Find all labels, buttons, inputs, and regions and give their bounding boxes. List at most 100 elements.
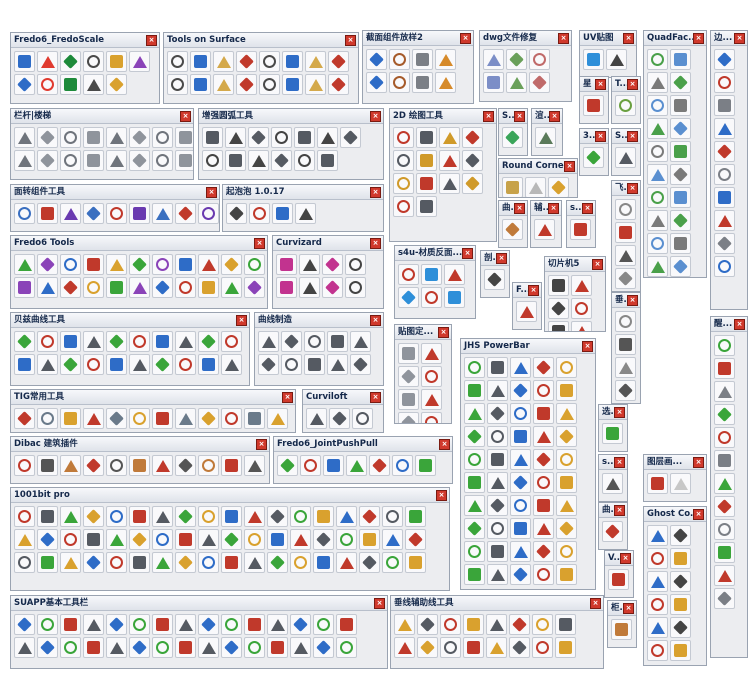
tool-button[interactable] bbox=[714, 450, 735, 471]
tool-button[interactable] bbox=[37, 51, 58, 72]
close-icon[interactable]: × bbox=[282, 392, 293, 403]
close-icon[interactable]: × bbox=[627, 131, 638, 142]
tool-button[interactable] bbox=[714, 118, 735, 139]
toolbar-ghost[interactable]: Ghost Co... × bbox=[643, 506, 707, 666]
tool-button[interactable] bbox=[323, 455, 344, 476]
toolbar-titlebar[interactable]: 增强圆弧工具 × bbox=[199, 109, 383, 124]
tool-button[interactable] bbox=[647, 594, 668, 615]
tool-button[interactable] bbox=[106, 408, 127, 429]
close-icon[interactable]: × bbox=[514, 203, 525, 214]
toolbar-cut-stroke[interactable]: 剖... × bbox=[480, 250, 510, 298]
tool-button[interactable] bbox=[670, 256, 691, 277]
tool-button[interactable] bbox=[175, 552, 196, 573]
tool-button[interactable] bbox=[502, 177, 523, 197]
tool-button[interactable] bbox=[244, 455, 265, 476]
tool-button[interactable] bbox=[556, 449, 577, 470]
tool-button[interactable] bbox=[510, 449, 531, 470]
tool-button[interactable] bbox=[290, 506, 311, 527]
tool-button[interactable] bbox=[329, 408, 350, 429]
tool-button[interactable] bbox=[421, 264, 442, 285]
tool-button[interactable] bbox=[382, 506, 403, 527]
toolbar-titlebar[interactable]: JHS PowerBar × bbox=[461, 339, 595, 354]
tool-button[interactable] bbox=[37, 529, 58, 550]
tool-button[interactable] bbox=[714, 565, 735, 586]
tool-button[interactable] bbox=[327, 354, 348, 375]
toolbar-curviloft[interactable]: Curviloft × bbox=[302, 389, 384, 433]
tool-button[interactable] bbox=[221, 254, 242, 275]
tool-button[interactable] bbox=[244, 254, 265, 275]
tool-button[interactable] bbox=[106, 203, 127, 224]
tool-button[interactable] bbox=[37, 74, 58, 95]
tool-button[interactable] bbox=[213, 74, 234, 95]
close-icon[interactable]: × bbox=[180, 111, 191, 122]
tool-button[interactable] bbox=[37, 552, 58, 573]
tool-button[interactable] bbox=[60, 614, 81, 635]
tool-button[interactable] bbox=[248, 150, 269, 171]
tool-button[interactable] bbox=[487, 357, 508, 378]
tool-button[interactable] bbox=[714, 404, 735, 425]
tool-button[interactable] bbox=[502, 127, 523, 148]
tool-button[interactable] bbox=[299, 254, 320, 275]
tool-button[interactable] bbox=[83, 254, 104, 275]
tool-button[interactable] bbox=[486, 637, 507, 658]
tool-button[interactable] bbox=[290, 637, 311, 658]
toolbar-bit1001[interactable]: 1001bit pro × bbox=[10, 487, 450, 591]
close-icon[interactable]: × bbox=[206, 187, 217, 198]
tool-button[interactable] bbox=[714, 164, 735, 185]
tool-button[interactable] bbox=[190, 74, 211, 95]
toolbar-titlebar[interactable]: Fredo6 Tools × bbox=[11, 236, 267, 251]
tool-button[interactable] bbox=[129, 614, 150, 635]
tool-button[interactable] bbox=[129, 127, 150, 148]
tool-button[interactable] bbox=[167, 74, 188, 95]
tool-button[interactable] bbox=[152, 331, 173, 352]
tool-button[interactable] bbox=[244, 637, 265, 658]
tool-button[interactable] bbox=[60, 529, 81, 550]
toolbar-titlebar[interactable]: Curvizard × bbox=[273, 236, 383, 251]
tool-button[interactable] bbox=[532, 614, 553, 635]
tool-button[interactable] bbox=[259, 51, 280, 72]
close-icon[interactable]: × bbox=[374, 598, 385, 609]
tool-button[interactable] bbox=[106, 254, 127, 275]
tool-button[interactable] bbox=[421, 343, 442, 364]
tool-button[interactable] bbox=[647, 640, 668, 661]
tool-button[interactable] bbox=[487, 426, 508, 447]
tool-button[interactable] bbox=[60, 455, 81, 476]
toolbar-s4[interactable]: s... × bbox=[598, 454, 628, 502]
toolbar-titlebar[interactable]: 选... × bbox=[599, 405, 627, 420]
toolbar-draw-2d[interactable]: 2D 绘图工具 × bbox=[389, 108, 497, 242]
toolbar-titlebar[interactable]: 贝兹曲线工具 × bbox=[11, 313, 249, 328]
tool-button[interactable] bbox=[272, 203, 293, 224]
tool-button[interactable] bbox=[221, 552, 242, 573]
toolbar-arc-tools[interactable]: 增强圆弧工具 × bbox=[198, 108, 384, 180]
toolbar-titlebar[interactable]: 1001bit pro × bbox=[11, 488, 449, 503]
tool-button[interactable] bbox=[486, 614, 507, 635]
tool-button[interactable] bbox=[37, 455, 58, 476]
toolbar-titlebar[interactable]: 柜... × bbox=[608, 601, 636, 616]
tool-button[interactable] bbox=[714, 542, 735, 563]
toolbar-titlebar[interactable]: 曲... × bbox=[599, 503, 627, 518]
toolbar-titlebar[interactable]: V... × bbox=[605, 551, 633, 566]
toolbar-titlebar[interactable]: QuadFac... × bbox=[644, 31, 706, 46]
toolbar-star[interactable]: 星 × bbox=[579, 76, 609, 124]
tool-button[interactable] bbox=[398, 389, 419, 410]
tool-button[interactable] bbox=[152, 506, 173, 527]
tool-button[interactable] bbox=[714, 256, 735, 277]
tool-button[interactable] bbox=[516, 301, 537, 322]
toolbar-titlebar[interactable]: S... × bbox=[499, 109, 527, 124]
close-icon[interactable]: × bbox=[462, 248, 473, 259]
close-icon[interactable]: × bbox=[483, 111, 494, 122]
tool-button[interactable] bbox=[277, 455, 298, 476]
toolbar-titlebar[interactable]: 曲线制造 × bbox=[255, 313, 383, 328]
tool-button[interactable] bbox=[129, 277, 150, 298]
tool-button[interactable] bbox=[83, 203, 104, 224]
close-icon[interactable]: × bbox=[254, 238, 265, 249]
tool-button[interactable] bbox=[529, 72, 550, 93]
tool-button[interactable] bbox=[305, 74, 326, 95]
toolbar-titlebar[interactable]: 贴图定... × bbox=[395, 325, 451, 340]
tool-button[interactable] bbox=[416, 127, 437, 148]
tool-button[interactable] bbox=[152, 408, 173, 429]
tool-button[interactable] bbox=[548, 275, 569, 296]
toolbar-titlebar[interactable]: Fredo6_FredoScale × bbox=[11, 33, 159, 48]
tool-button[interactable] bbox=[615, 357, 636, 378]
tool-button[interactable] bbox=[304, 354, 325, 375]
